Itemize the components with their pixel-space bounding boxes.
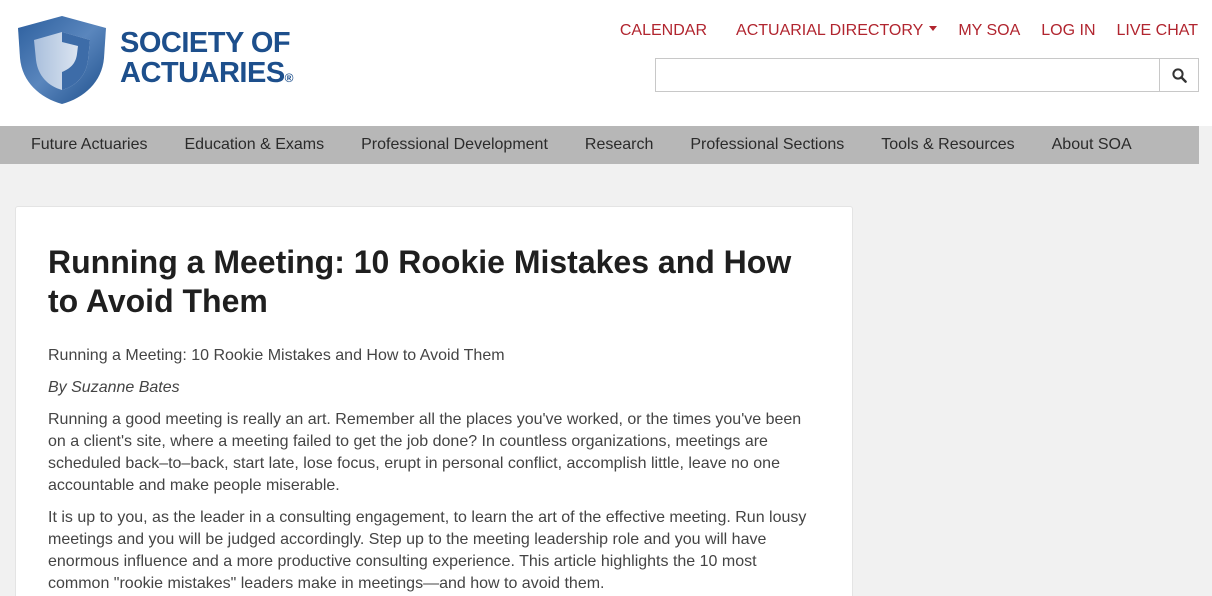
- calendar-link[interactable]: CALENDAR: [620, 22, 707, 40]
- nav-item-professional-development[interactable]: Professional Development: [361, 136, 548, 154]
- article-byline: By Suzanne Bates: [48, 379, 180, 396]
- actuarial-directory-link[interactable]: ACTUARIAL DIRECTORY: [736, 22, 938, 40]
- article-paragraph: Running a good meeting is really an art.…: [48, 411, 802, 494]
- nav-item-tools-resources[interactable]: Tools & Resources: [881, 136, 1014, 154]
- caret-down-icon: [929, 26, 938, 32]
- article-card: Running a Meeting: 10 Rookie Mistakes an…: [15, 206, 853, 596]
- main-nav: Future Actuaries Education & Exams Profe…: [0, 126, 1199, 164]
- nav-item-research[interactable]: Research: [585, 136, 653, 154]
- actuarial-directory-label: ACTUARIAL DIRECTORY: [736, 22, 924, 39]
- article-subtitle: Running a Meeting: 10 Rookie Mistakes an…: [48, 347, 505, 364]
- search-button[interactable]: [1159, 59, 1198, 91]
- search-input[interactable]: [656, 59, 1159, 91]
- nav-item-future-actuaries[interactable]: Future Actuaries: [31, 136, 148, 154]
- search-icon: [1171, 67, 1187, 83]
- site-header: SOCIETY OF ACTUARIES® CALENDAR ACTUARIAL…: [0, 0, 1212, 126]
- login-link[interactable]: LOG IN: [1041, 22, 1095, 40]
- nav-item-about-soa[interactable]: About SOA: [1052, 136, 1132, 154]
- brand-name-line2: ACTUARIES: [120, 57, 285, 89]
- shield-logo-icon: [18, 16, 106, 104]
- nav-item-education-exams[interactable]: Education & Exams: [185, 136, 325, 154]
- brand-name-line1: SOCIETY OF: [120, 27, 291, 59]
- soa-logo[interactable]: SOCIETY OF ACTUARIES®: [14, 14, 314, 106]
- utility-links: CALENDAR ACTUARIAL DIRECTORY MY SOA LOG …: [599, 20, 1198, 42]
- my-soa-link[interactable]: MY SOA: [958, 22, 1020, 40]
- registered-mark: ®: [284, 71, 294, 85]
- nav-item-professional-sections[interactable]: Professional Sections: [690, 136, 844, 154]
- search-bar: [655, 58, 1199, 92]
- live-chat-link[interactable]: LIVE CHAT: [1117, 22, 1199, 40]
- article-paragraph: It is up to you, as the leader in a cons…: [48, 509, 807, 592]
- brand-name: SOCIETY OF ACTUARIES®: [120, 27, 294, 93]
- article-title: Running a Meeting: 10 Rookie Mistakes an…: [48, 244, 792, 319]
